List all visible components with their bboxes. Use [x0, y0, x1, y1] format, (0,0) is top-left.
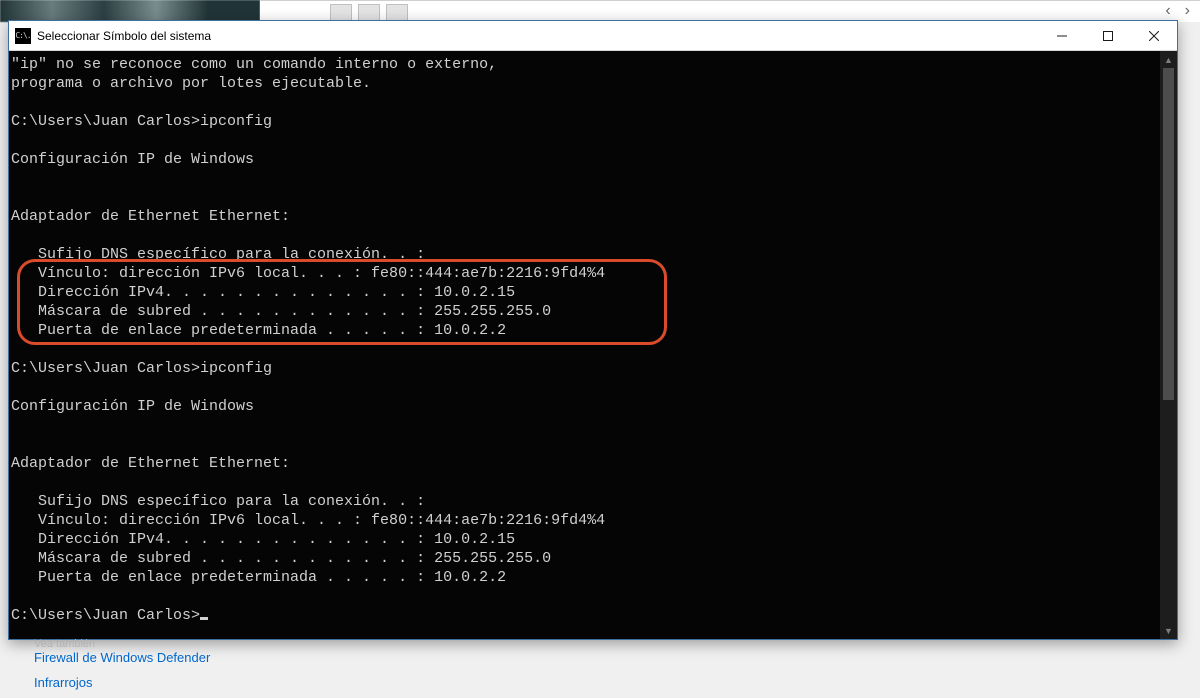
link-infrarrojos[interactable]: Infrarrojos [34, 675, 210, 690]
console-line: Dirección IPv4. . . . . . . . . . . . . … [11, 283, 1175, 302]
console-line [11, 435, 1175, 454]
scroll-up-arrow-icon[interactable]: ▲ [1160, 51, 1177, 68]
console-line: Sufijo DNS específico para la conexión. … [11, 492, 1175, 511]
see-also-label: Vea también [34, 638, 95, 650]
maximize-button[interactable] [1085, 21, 1131, 51]
console-line: Vínculo: dirección IPv6 local. . . : fe8… [11, 511, 1175, 530]
text-cursor [200, 617, 208, 620]
console-line [11, 188, 1175, 207]
console-line [11, 226, 1175, 245]
console-line: C:\Users\Juan Carlos>ipconfig [11, 112, 1175, 131]
background-window-chevrons: ‹› [1165, 2, 1190, 20]
vertical-scrollbar[interactable]: ▲ ▼ [1160, 51, 1177, 639]
close-button[interactable] [1131, 21, 1177, 51]
console-line: Máscara de subred . . . . . . . . . . . … [11, 302, 1175, 321]
scroll-track[interactable] [1160, 68, 1177, 622]
command-prompt-window: C:\. Seleccionar Símbolo del sistema "ip… [8, 20, 1178, 640]
console-line: Adaptador de Ethernet Ethernet: [11, 454, 1175, 473]
console-line: Vínculo: dirección IPv6 local. . . : fe8… [11, 264, 1175, 283]
desktop-wallpaper-fragment [0, 0, 260, 22]
minimize-button[interactable] [1039, 21, 1085, 51]
console-line [11, 93, 1175, 112]
console-line [11, 131, 1175, 150]
console-line [11, 378, 1175, 397]
background-tabs [330, 0, 408, 22]
link-firewall[interactable]: Firewall de Windows Defender [34, 650, 210, 665]
console-line: Puerta de enlace predeterminada . . . . … [11, 321, 1175, 340]
window-title: Seleccionar Símbolo del sistema [37, 29, 211, 43]
console-line [11, 587, 1175, 606]
console-line: Dirección IPv4. . . . . . . . . . . . . … [11, 530, 1175, 549]
console-line [11, 416, 1175, 435]
scroll-down-arrow-icon[interactable]: ▼ [1160, 622, 1177, 639]
console-line: Sufijo DNS específico para la conexión. … [11, 245, 1175, 264]
console-line [11, 340, 1175, 359]
console-line: Configuración IP de Windows [11, 150, 1175, 169]
console-prompt[interactable]: C:\Users\Juan Carlos> [11, 606, 1175, 625]
console-line: "ip" no se reconoce como un comando inte… [11, 55, 1175, 74]
console-line: programa o archivo por lotes ejecutable. [11, 74, 1175, 93]
console-output[interactable]: "ip" no se reconoce como un comando inte… [9, 51, 1177, 639]
scroll-thumb[interactable] [1163, 68, 1174, 400]
console-line: C:\Users\Juan Carlos>ipconfig [11, 359, 1175, 378]
console-line: Configuración IP de Windows [11, 397, 1175, 416]
console-line [11, 169, 1175, 188]
console-line [11, 473, 1175, 492]
cmd-icon: C:\. [15, 28, 31, 44]
console-line: Puerta de enlace predeterminada . . . . … [11, 568, 1175, 587]
console-line: Máscara de subred . . . . . . . . . . . … [11, 549, 1175, 568]
titlebar[interactable]: C:\. Seleccionar Símbolo del sistema [9, 21, 1177, 51]
console-line: Adaptador de Ethernet Ethernet: [11, 207, 1175, 226]
